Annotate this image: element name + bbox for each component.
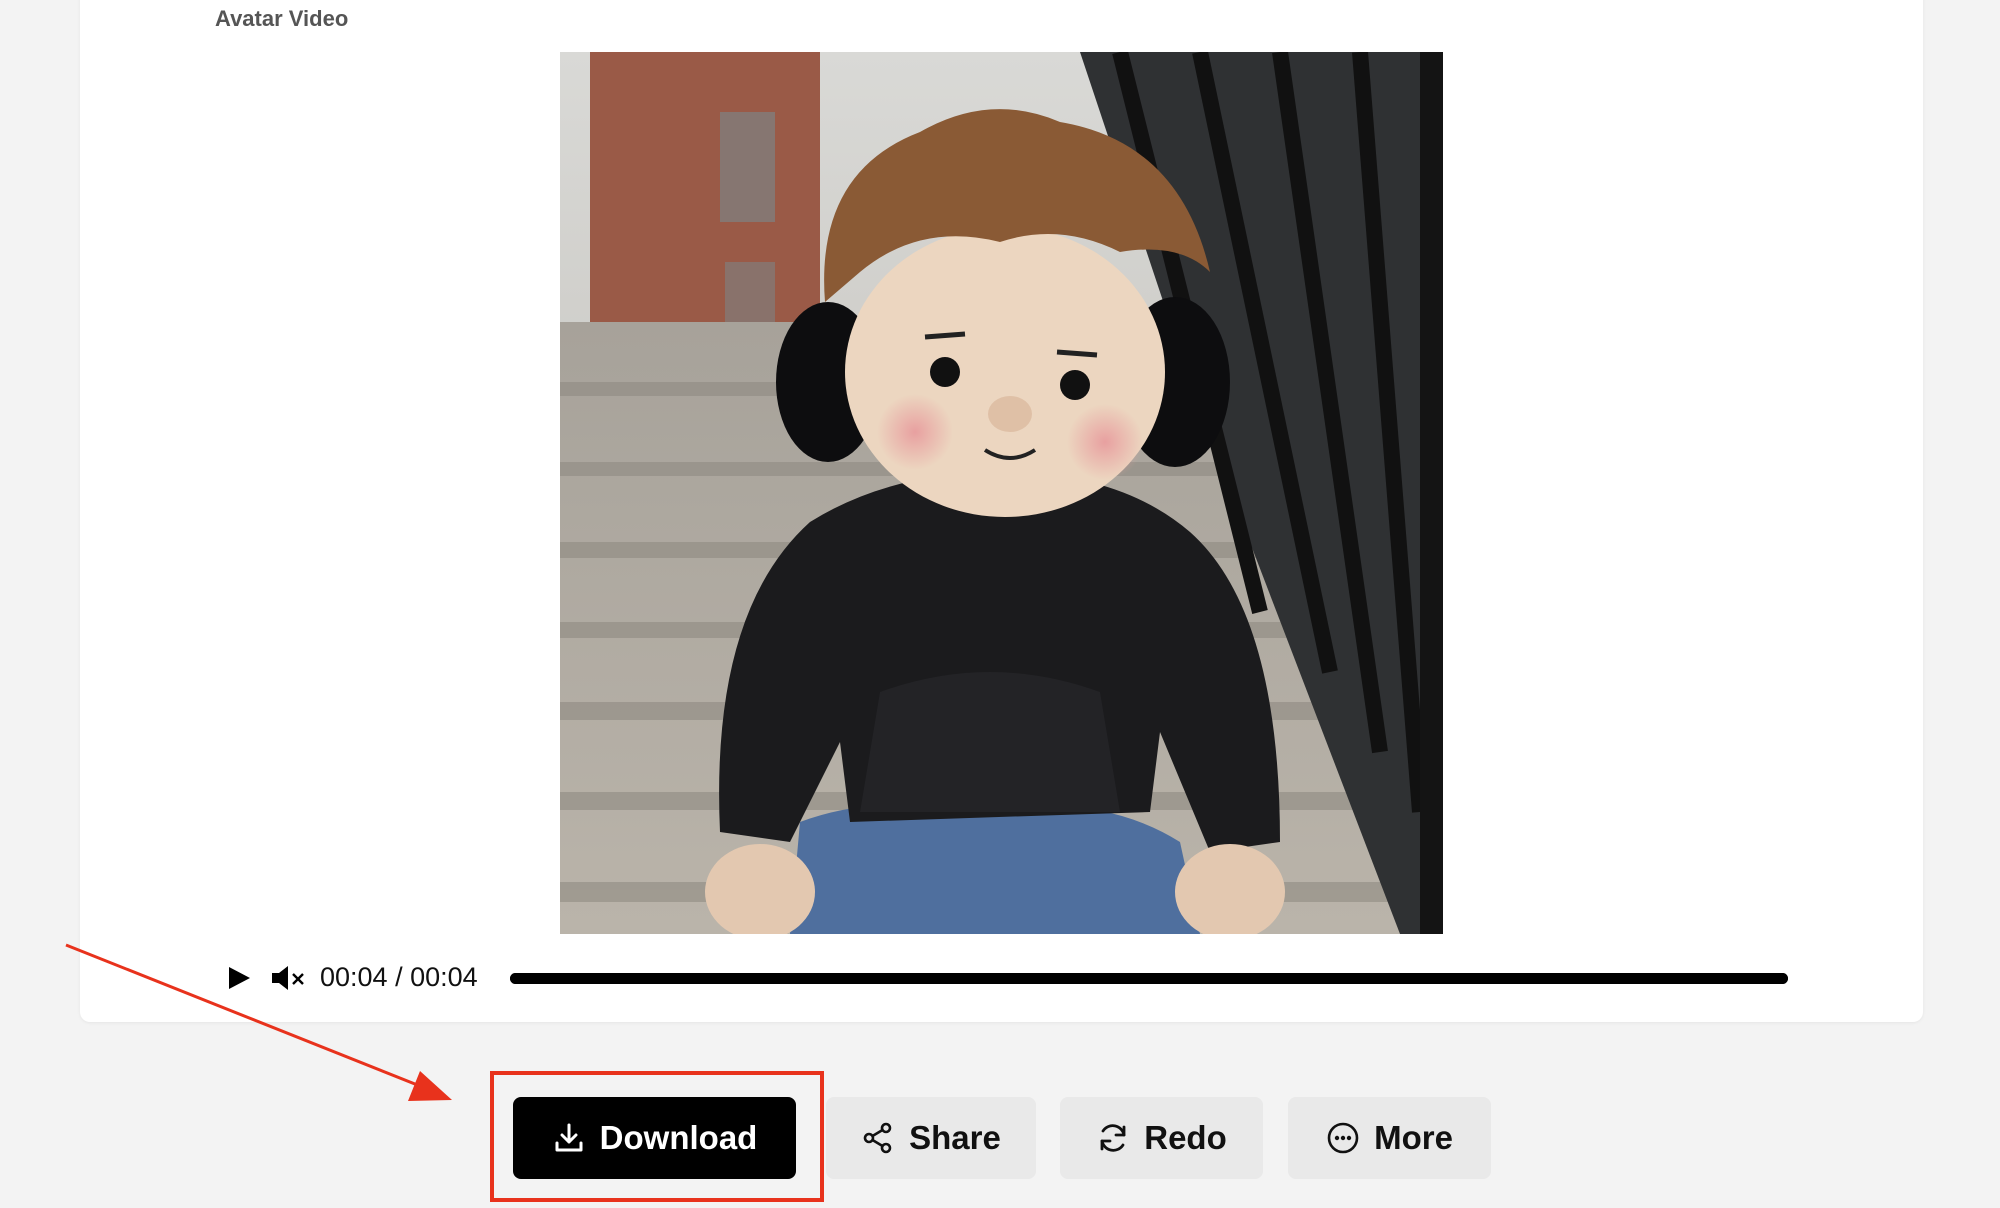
section-label: Avatar Video xyxy=(215,6,349,31)
redo-button[interactable]: Redo xyxy=(1060,1097,1263,1179)
avatar-video[interactable] xyxy=(560,52,1443,934)
download-label: Download xyxy=(599,1119,758,1156)
video-frame-image xyxy=(560,52,1443,934)
redo-icon xyxy=(1100,1124,1126,1152)
more-button[interactable]: More xyxy=(1288,1097,1491,1179)
more-label: More xyxy=(1374,1119,1453,1156)
progress-bar[interactable] xyxy=(510,973,1788,984)
redo-label: Redo xyxy=(1144,1119,1227,1156)
progress-fill xyxy=(510,973,1788,984)
more-icon xyxy=(1327,1122,1359,1154)
muted-speaker-icon[interactable] xyxy=(271,965,307,991)
play-icon[interactable] xyxy=(226,965,252,991)
share-label: Share xyxy=(909,1119,1001,1156)
share-icon xyxy=(863,1122,892,1154)
download-icon xyxy=(555,1123,583,1152)
time-display: 00:04 / 00:04 xyxy=(320,962,478,992)
share-button[interactable]: Share xyxy=(826,1097,1036,1179)
download-button[interactable]: Download xyxy=(513,1097,796,1179)
